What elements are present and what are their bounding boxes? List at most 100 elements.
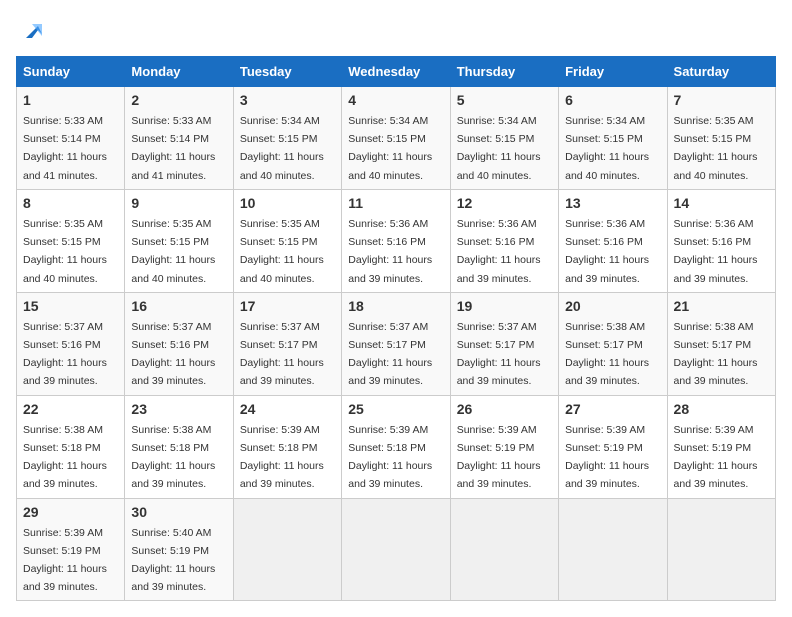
day-info: Sunrise: 5:38 AMSunset: 5:18 PMDaylight:… [131, 424, 215, 491]
calendar-cell: 24 Sunrise: 5:39 AMSunset: 5:18 PMDaylig… [233, 395, 341, 498]
day-info: Sunrise: 5:37 AMSunset: 5:17 PMDaylight:… [457, 321, 541, 388]
calendar-week-4: 22 Sunrise: 5:38 AMSunset: 5:18 PMDaylig… [17, 395, 776, 498]
day-header-thursday: Thursday [450, 57, 558, 87]
calendar-cell: 30 Sunrise: 5:40 AMSunset: 5:19 PMDaylig… [125, 498, 233, 601]
day-number: 24 [240, 401, 335, 417]
day-number: 15 [23, 298, 118, 314]
day-number: 8 [23, 195, 118, 211]
day-number: 10 [240, 195, 335, 211]
calendar-cell: 12 Sunrise: 5:36 AMSunset: 5:16 PMDaylig… [450, 189, 558, 292]
calendar-cell [559, 498, 667, 601]
calendar-cell: 18 Sunrise: 5:37 AMSunset: 5:17 PMDaylig… [342, 292, 450, 395]
day-number: 16 [131, 298, 226, 314]
day-header-saturday: Saturday [667, 57, 775, 87]
day-number: 14 [674, 195, 769, 211]
day-info: Sunrise: 5:34 AMSunset: 5:15 PMDaylight:… [565, 115, 649, 182]
calendar-cell: 4 Sunrise: 5:34 AMSunset: 5:15 PMDayligh… [342, 87, 450, 190]
calendar-cell: 28 Sunrise: 5:39 AMSunset: 5:19 PMDaylig… [667, 395, 775, 498]
calendar-cell [450, 498, 558, 601]
calendar-cell: 11 Sunrise: 5:36 AMSunset: 5:16 PMDaylig… [342, 189, 450, 292]
day-number: 2 [131, 92, 226, 108]
day-number: 30 [131, 504, 226, 520]
day-number: 27 [565, 401, 660, 417]
day-info: Sunrise: 5:38 AMSunset: 5:17 PMDaylight:… [565, 321, 649, 388]
day-info: Sunrise: 5:35 AMSunset: 5:15 PMDaylight:… [240, 218, 324, 285]
day-number: 12 [457, 195, 552, 211]
calendar-cell: 1 Sunrise: 5:33 AMSunset: 5:14 PMDayligh… [17, 87, 125, 190]
day-number: 3 [240, 92, 335, 108]
day-number: 18 [348, 298, 443, 314]
day-number: 25 [348, 401, 443, 417]
day-info: Sunrise: 5:34 AMSunset: 5:15 PMDaylight:… [348, 115, 432, 182]
day-info: Sunrise: 5:39 AMSunset: 5:18 PMDaylight:… [240, 424, 324, 491]
day-number: 21 [674, 298, 769, 314]
day-number: 23 [131, 401, 226, 417]
day-info: Sunrise: 5:37 AMSunset: 5:17 PMDaylight:… [240, 321, 324, 388]
calendar-cell: 16 Sunrise: 5:37 AMSunset: 5:16 PMDaylig… [125, 292, 233, 395]
day-info: Sunrise: 5:39 AMSunset: 5:19 PMDaylight:… [457, 424, 541, 491]
calendar-header-row: SundayMondayTuesdayWednesdayThursdayFrid… [17, 57, 776, 87]
day-info: Sunrise: 5:40 AMSunset: 5:19 PMDaylight:… [131, 527, 215, 594]
day-header-tuesday: Tuesday [233, 57, 341, 87]
day-info: Sunrise: 5:35 AMSunset: 5:15 PMDaylight:… [23, 218, 107, 285]
day-number: 11 [348, 195, 443, 211]
day-header-wednesday: Wednesday [342, 57, 450, 87]
calendar-cell: 10 Sunrise: 5:35 AMSunset: 5:15 PMDaylig… [233, 189, 341, 292]
calendar-cell: 5 Sunrise: 5:34 AMSunset: 5:15 PMDayligh… [450, 87, 558, 190]
calendar-cell: 14 Sunrise: 5:36 AMSunset: 5:16 PMDaylig… [667, 189, 775, 292]
day-info: Sunrise: 5:39 AMSunset: 5:19 PMDaylight:… [565, 424, 649, 491]
calendar-cell: 8 Sunrise: 5:35 AMSunset: 5:15 PMDayligh… [17, 189, 125, 292]
calendar-cell [667, 498, 775, 601]
day-number: 13 [565, 195, 660, 211]
calendar-cell: 20 Sunrise: 5:38 AMSunset: 5:17 PMDaylig… [559, 292, 667, 395]
calendar-cell: 9 Sunrise: 5:35 AMSunset: 5:15 PMDayligh… [125, 189, 233, 292]
day-number: 19 [457, 298, 552, 314]
logo-icon [18, 16, 46, 44]
day-info: Sunrise: 5:33 AMSunset: 5:14 PMDaylight:… [131, 115, 215, 182]
day-info: Sunrise: 5:36 AMSunset: 5:16 PMDaylight:… [348, 218, 432, 285]
day-info: Sunrise: 5:39 AMSunset: 5:18 PMDaylight:… [348, 424, 432, 491]
calendar-cell: 21 Sunrise: 5:38 AMSunset: 5:17 PMDaylig… [667, 292, 775, 395]
calendar-cell: 13 Sunrise: 5:36 AMSunset: 5:16 PMDaylig… [559, 189, 667, 292]
day-number: 17 [240, 298, 335, 314]
calendar-cell: 17 Sunrise: 5:37 AMSunset: 5:17 PMDaylig… [233, 292, 341, 395]
calendar-cell: 6 Sunrise: 5:34 AMSunset: 5:15 PMDayligh… [559, 87, 667, 190]
calendar-cell: 23 Sunrise: 5:38 AMSunset: 5:18 PMDaylig… [125, 395, 233, 498]
day-number: 4 [348, 92, 443, 108]
day-info: Sunrise: 5:39 AMSunset: 5:19 PMDaylight:… [674, 424, 758, 491]
calendar-cell [342, 498, 450, 601]
calendar-cell: 26 Sunrise: 5:39 AMSunset: 5:19 PMDaylig… [450, 395, 558, 498]
calendar-cell: 3 Sunrise: 5:34 AMSunset: 5:15 PMDayligh… [233, 87, 341, 190]
calendar-cell: 15 Sunrise: 5:37 AMSunset: 5:16 PMDaylig… [17, 292, 125, 395]
day-number: 1 [23, 92, 118, 108]
calendar-table: SundayMondayTuesdayWednesdayThursdayFrid… [16, 56, 776, 601]
day-info: Sunrise: 5:38 AMSunset: 5:18 PMDaylight:… [23, 424, 107, 491]
calendar-week-2: 8 Sunrise: 5:35 AMSunset: 5:15 PMDayligh… [17, 189, 776, 292]
day-number: 20 [565, 298, 660, 314]
day-number: 7 [674, 92, 769, 108]
day-number: 5 [457, 92, 552, 108]
logo [16, 16, 46, 44]
calendar-cell [233, 498, 341, 601]
calendar-week-1: 1 Sunrise: 5:33 AMSunset: 5:14 PMDayligh… [17, 87, 776, 190]
calendar-cell: 27 Sunrise: 5:39 AMSunset: 5:19 PMDaylig… [559, 395, 667, 498]
day-info: Sunrise: 5:35 AMSunset: 5:15 PMDaylight:… [131, 218, 215, 285]
day-info: Sunrise: 5:36 AMSunset: 5:16 PMDaylight:… [674, 218, 758, 285]
day-number: 22 [23, 401, 118, 417]
day-info: Sunrise: 5:36 AMSunset: 5:16 PMDaylight:… [565, 218, 649, 285]
day-info: Sunrise: 5:39 AMSunset: 5:19 PMDaylight:… [23, 527, 107, 594]
day-header-friday: Friday [559, 57, 667, 87]
calendar-week-3: 15 Sunrise: 5:37 AMSunset: 5:16 PMDaylig… [17, 292, 776, 395]
day-info: Sunrise: 5:33 AMSunset: 5:14 PMDaylight:… [23, 115, 107, 182]
day-number: 26 [457, 401, 552, 417]
calendar-cell: 29 Sunrise: 5:39 AMSunset: 5:19 PMDaylig… [17, 498, 125, 601]
day-number: 29 [23, 504, 118, 520]
calendar-cell: 22 Sunrise: 5:38 AMSunset: 5:18 PMDaylig… [17, 395, 125, 498]
calendar-week-5: 29 Sunrise: 5:39 AMSunset: 5:19 PMDaylig… [17, 498, 776, 601]
day-header-monday: Monday [125, 57, 233, 87]
calendar-cell: 7 Sunrise: 5:35 AMSunset: 5:15 PMDayligh… [667, 87, 775, 190]
day-number: 6 [565, 92, 660, 108]
day-info: Sunrise: 5:36 AMSunset: 5:16 PMDaylight:… [457, 218, 541, 285]
day-info: Sunrise: 5:37 AMSunset: 5:16 PMDaylight:… [131, 321, 215, 388]
day-info: Sunrise: 5:35 AMSunset: 5:15 PMDaylight:… [674, 115, 758, 182]
